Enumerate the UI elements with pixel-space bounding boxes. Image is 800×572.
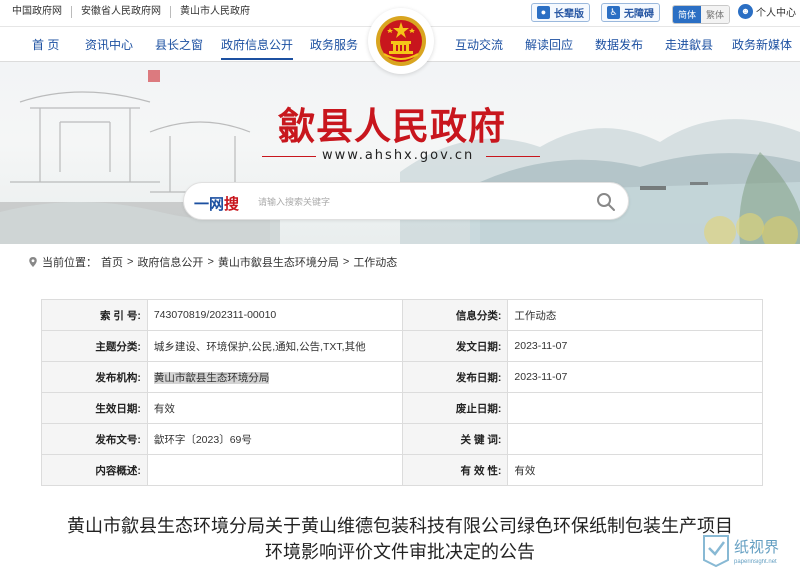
search-brand-suffix: 搜 — [224, 196, 240, 213]
elder-mode-label: 长辈版 — [554, 9, 584, 20]
breadcrumb-separator: > — [342, 256, 350, 268]
validity-value: 有效 — [507, 454, 763, 486]
user-icon: ☻ — [738, 4, 753, 19]
watermark-url: paperinsight.net — [734, 559, 777, 565]
publish-date-label: 发布日期: — [401, 361, 509, 393]
nav-item-home[interactable]: 首 页 — [32, 36, 59, 53]
top-link-huangshan[interactable]: 黄山市人民政府 — [170, 6, 259, 18]
top-link-anhui[interactable]: 安徽省人民政府网 — [71, 6, 170, 18]
user-center-link[interactable]: ☻ 个人中心 — [738, 4, 796, 19]
expiry-date-value — [507, 392, 763, 424]
table-row: 索 引 号: 743070819/202311-00010 信息分类: 工作动态 — [41, 299, 763, 331]
accessibility-label: 无障碍 — [624, 9, 654, 20]
issue-date-label: 发文日期: — [401, 330, 509, 362]
language-switch: 简体 繁体 — [672, 5, 731, 24]
elder-mode-button[interactable]: ● 长辈版 — [531, 3, 590, 22]
nav-item-interaction[interactable]: 互动交流 — [455, 36, 503, 53]
search-input[interactable] — [258, 192, 578, 212]
nav-item-data[interactable]: 数据发布 — [595, 36, 643, 53]
article-title-line1: 黄山市歙县生态环境分局关于黄山维德包装科技有限公司绿色环保纸制包装生产项目 — [67, 516, 733, 536]
accessibility-button[interactable]: ♿ 无障碍 — [601, 3, 660, 22]
breadcrumb-separator: > — [207, 256, 214, 268]
table-row: 发布机构: 黄山市歙县生态环境分局 发布日期: 2023-11-07 — [41, 361, 763, 393]
article-title: 黄山市歙县生态环境分局关于黄山维德包装科技有限公司绿色环保纸制包装生产项目 环境… — [0, 513, 800, 565]
breadcrumb-prefix: 当前位置： — [42, 257, 97, 269]
table-row: 内容概述: 有 效 性: 有效 — [41, 454, 763, 486]
publish-date-value: 2023-11-07 — [507, 361, 763, 393]
publisher-value: 黄山市歙县生态环境分局 — [153, 371, 270, 384]
lang-traditional-button[interactable]: 繁体 — [701, 6, 730, 23]
breadcrumb: 当前位置： 首页 > 政府信息公开 > 黄山市歙县生态环境分局 > 工作动态 — [28, 254, 397, 270]
publisher-value-cell: 黄山市歙县生态环境分局 — [146, 361, 403, 393]
table-row: 生效日期: 有效 废止日期: — [41, 392, 763, 424]
breadcrumb-item-work-news[interactable]: 工作动态 — [353, 254, 397, 270]
wheelchair-icon: ♿ — [607, 6, 620, 19]
document-info-table: 索 引 号: 743070819/202311-00010 信息分类: 工作动态… — [41, 299, 763, 486]
nav-item-interpretation[interactable]: 解读回应 — [525, 36, 573, 53]
validity-label: 有 效 性: — [401, 454, 509, 486]
national-emblem-icon — [376, 16, 426, 66]
expiry-date-label: 废止日期: — [401, 392, 509, 424]
lang-simplified-button[interactable]: 简体 — [673, 6, 702, 23]
nav-item-news[interactable]: 资讯中心 — [85, 36, 133, 53]
document-number-label: 发布文号: — [41, 423, 148, 455]
index-number-label: 索 引 号: — [41, 299, 148, 331]
summary-value — [146, 454, 403, 486]
header-banner: 歙县人民政府 www.ahshx.gov.cn 一网搜 — [0, 62, 800, 244]
national-emblem[interactable] — [368, 8, 434, 74]
article-title-line2: 环境影响评价文件审批决定的公告 — [265, 542, 535, 562]
info-category-value: 工作动态 — [507, 299, 763, 331]
publisher-label: 发布机构: — [41, 361, 148, 393]
keywords-label: 关 键 词: — [401, 423, 509, 455]
issue-date-value: 2023-11-07 — [507, 330, 763, 362]
table-row: 发布文号: 歙环字〔2023〕69号 关 键 词: — [41, 423, 763, 455]
search-icon[interactable] — [596, 192, 616, 212]
watermark-logo-icon: 纸视界 paperinsight.net — [703, 535, 779, 568]
summary-label: 内容概述: — [41, 454, 148, 486]
nav-item-services[interactable]: 政务服务 — [310, 36, 358, 53]
search-brand: 一网搜 — [194, 193, 239, 214]
user-center-label: 个人中心 — [756, 8, 796, 19]
table-row: 主题分类: 城乡建设、环境保护,公民,通知,公告,TXT,其他 发文日期: 20… — [41, 330, 763, 362]
watermark-name: 纸视界 — [734, 538, 779, 556]
nav-item-magistrate[interactable]: 县长之窗 — [155, 36, 203, 53]
watermark-logo: 纸视界 paperinsight.net — [700, 530, 798, 570]
site-title: 歙县人民政府 — [278, 104, 506, 148]
elder-icon: ● — [537, 6, 550, 19]
nav-item-shexian[interactable]: 走进歙县 — [665, 36, 713, 53]
breadcrumb-separator: > — [127, 256, 134, 268]
url-line-right — [486, 156, 540, 157]
search-brand-prefix: 一网 — [194, 196, 225, 213]
nav-item-gov-info[interactable]: 政府信息公开 — [221, 36, 294, 60]
document-number-value: 歙环字〔2023〕69号 — [146, 423, 403, 455]
url-line-left — [262, 156, 316, 157]
top-links: 中国政府网 安徽省人民政府网 黄山市人民政府 — [12, 6, 259, 18]
breadcrumb-item-bureau[interactable]: 黄山市歙县生态环境分局 — [218, 254, 339, 270]
breadcrumb-item-gov-info[interactable]: 政府信息公开 — [137, 254, 203, 270]
effective-date-value: 有效 — [146, 392, 403, 424]
nav-item-new-media[interactable]: 政务新媒体 — [732, 36, 792, 53]
top-link-gov[interactable]: 中国政府网 — [12, 6, 71, 18]
topic-category-value: 城乡建设、环境保护,公民,通知,公告,TXT,其他 — [146, 330, 403, 362]
info-category-label: 信息分类: — [401, 299, 509, 331]
search-box: 一网搜 — [183, 182, 629, 220]
index-number-value: 743070819/202311-00010 — [146, 299, 403, 331]
effective-date-label: 生效日期: — [41, 392, 148, 424]
keywords-value — [507, 423, 763, 455]
breadcrumb-item-home[interactable]: 首页 — [101, 254, 123, 270]
site-url: www.ahshx.gov.cn — [322, 148, 475, 163]
location-pin-icon — [29, 257, 37, 267]
topic-category-label: 主题分类: — [41, 330, 148, 362]
